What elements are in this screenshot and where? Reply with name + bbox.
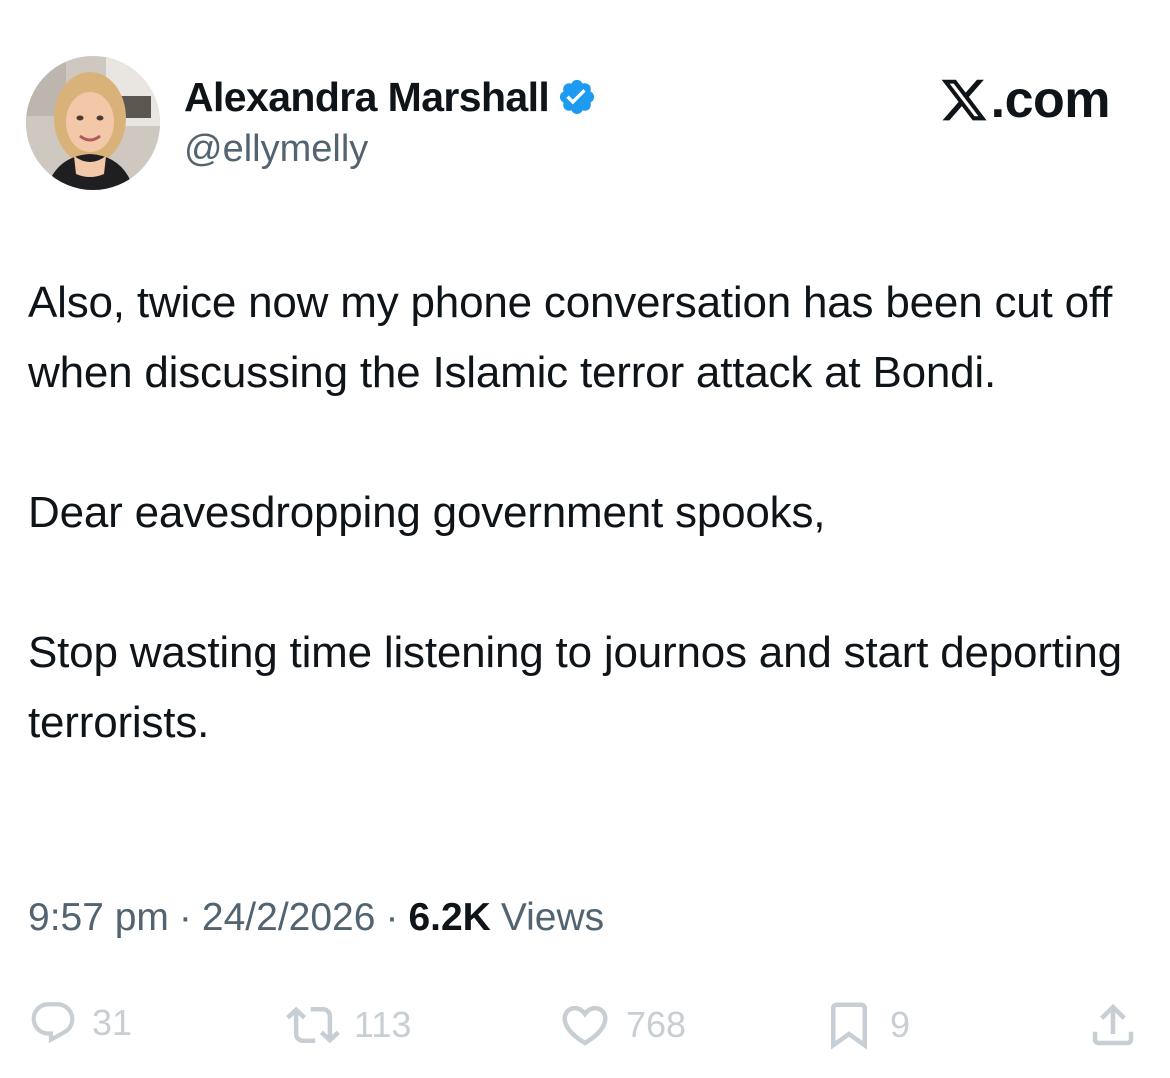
x-logo-icon — [941, 79, 987, 121]
like-count: 768 — [626, 1004, 687, 1045]
reply-count: 31 — [92, 1002, 133, 1043]
share-icon — [1092, 1003, 1134, 1046]
tweet-meta: 9:57 pm · 24/2/2026 · 6.2K Views — [28, 896, 604, 940]
views-count: 6.2K — [408, 896, 491, 939]
meta-separator: · — [178, 896, 192, 939]
reply-button[interactable]: 31 — [28, 998, 132, 1048]
tweet-paragraph: Also, twice now my phone conversation ha… — [28, 278, 1113, 397]
views-label: Views — [500, 896, 605, 939]
avatar-image — [26, 56, 160, 190]
repost-button[interactable]: 113 — [286, 998, 411, 1052]
name-row: Alexandra Marshall — [184, 74, 597, 120]
author-display-name[interactable]: Alexandra Marshall — [184, 74, 550, 121]
tweet-paragraph: Dear eavesdropping government spooks, — [28, 488, 826, 537]
heart-icon — [562, 1005, 608, 1046]
brand-label: .com — [990, 71, 1111, 129]
tweet-time[interactable]: 9:57 pm — [28, 896, 169, 940]
bookmark-count: 9 — [890, 1004, 911, 1045]
tweet-paragraph: Stop wasting time listening to journos a… — [28, 628, 1122, 747]
repost-count: 113 — [354, 1004, 412, 1045]
avatar[interactable] — [26, 56, 160, 190]
reply-icon — [31, 1002, 75, 1044]
share-button[interactable] — [1086, 998, 1140, 1052]
verified-badge-icon — [557, 77, 597, 117]
brand-logo: .com — [939, 70, 1111, 130]
action-bar: 31 113 768 9 — [28, 998, 1140, 1058]
repost-icon — [286, 1006, 340, 1044]
author-handle[interactable]: @ellymelly — [184, 128, 597, 171]
bookmark-button[interactable]: 9 — [822, 998, 910, 1052]
like-button[interactable]: 768 — [558, 998, 686, 1052]
author-info: Alexandra Marshall @ellymelly — [184, 74, 597, 171]
tweet-header: Alexandra Marshall @ellymelly .com — [26, 56, 1146, 192]
bookmark-icon — [831, 1002, 867, 1050]
tweet-date[interactable]: 24/2/2026 — [202, 896, 376, 940]
tweet-text: Also, twice now my phone conversation ha… — [28, 268, 1138, 758]
meta-separator: · — [385, 896, 399, 939]
